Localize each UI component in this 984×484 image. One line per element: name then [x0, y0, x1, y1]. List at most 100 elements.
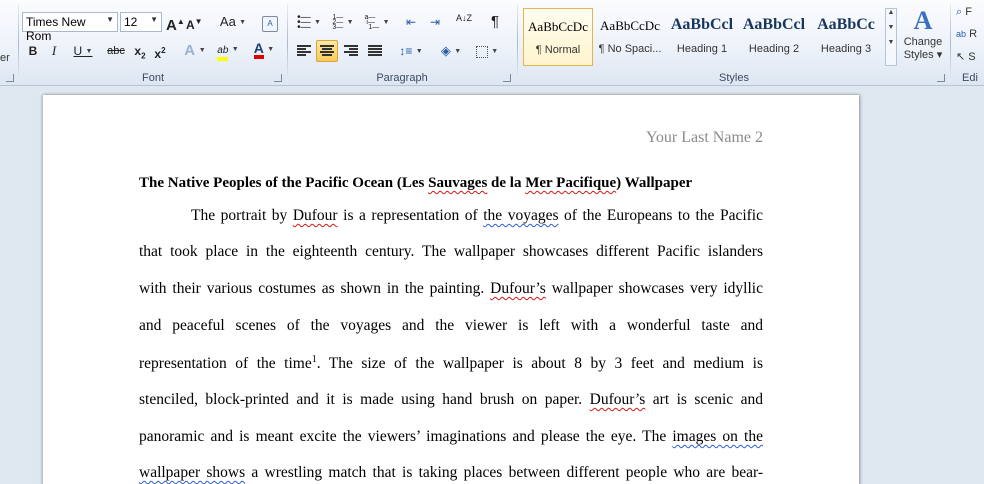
style-name: ¶ No Spaci...	[598, 43, 662, 55]
text-effects-button[interactable]: A ▼	[181, 40, 209, 62]
body-line: stenciled, block-printed and it is made …	[139, 391, 764, 408]
align-left-button[interactable]	[293, 40, 315, 62]
grammar-error[interactable]: the voyages	[483, 207, 558, 224]
separator	[18, 4, 19, 82]
select-button[interactable]: ↖ S	[956, 50, 976, 63]
align-left-icon	[297, 45, 311, 57]
styles-gallery-scroll[interactable]: ▲ ▼ ▼	[885, 8, 897, 66]
editing-group: ⌕ F ab R ↖ S Edi	[952, 0, 984, 86]
decrease-indent-button[interactable]: ⇤	[401, 11, 421, 33]
underline-label: U	[73, 44, 83, 58]
increase-indent-button[interactable]: ⇥	[425, 11, 445, 33]
grammar-error[interactable]: images on the	[672, 428, 763, 445]
highlighter-icon: ab	[217, 45, 229, 61]
font-size-combo[interactable]: 12 ▼	[120, 12, 162, 32]
numbering-button[interactable]: 1— 2— 3— ▼	[327, 11, 359, 33]
body-line: The portrait by Dufour is a representati…	[191, 207, 763, 224]
style-heading-1[interactable]: AaBbCcl Heading 1	[667, 8, 737, 66]
styles-group: AaBbCcDc ¶ Normal AaBbCcDc ¶ No Spaci...…	[519, 0, 949, 86]
paragraph-group-label: Paragraph	[376, 72, 428, 84]
ribbon: er Times New Rom ▼ 12 ▼ A▲ A▼ Aa ▼ A B I…	[0, 0, 984, 86]
replace-button[interactable]: ab R	[956, 28, 977, 40]
style-name: Heading 2	[748, 43, 800, 55]
separator	[287, 4, 288, 82]
title-text-flagged: Mer Pacifique	[525, 175, 617, 191]
document-page[interactable]: Your Last Name 2 The Native Peoples of t…	[43, 95, 859, 484]
grammar-error[interactable]: wallpaper shows	[139, 464, 245, 481]
style-no-spacing[interactable]: AaBbCcDc ¶ No Spaci...	[595, 8, 665, 66]
style-name: Heading 3	[820, 43, 872, 55]
numbering-icon: 1— 2— 3—	[332, 14, 344, 32]
borders-button[interactable]: ▼	[471, 40, 503, 62]
change-styles-label-2: Styles ▾	[903, 49, 943, 61]
spelling-error[interactable]: Dufour	[293, 207, 338, 224]
change-case-button[interactable]: Aa ▼	[218, 11, 248, 33]
paragraph-dialog-launcher[interactable]	[503, 74, 511, 82]
borders-icon	[475, 45, 488, 58]
shading-button[interactable]: ◈ ▼	[435, 40, 467, 62]
chevron-down-icon[interactable]: ▼	[886, 24, 896, 31]
highlight-button[interactable]: ab ▼	[213, 38, 243, 61]
clipboard-group: er	[0, 0, 18, 86]
find-button[interactable]: ⌕ F	[956, 6, 972, 19]
underline-button[interactable]: U ▼	[68, 40, 98, 62]
chevron-up-icon[interactable]: ▲	[886, 9, 896, 16]
running-head: Your Last Name 2	[645, 129, 763, 146]
style-normal[interactable]: AaBbCcDc ¶ Normal	[523, 8, 593, 66]
superscript-button[interactable]: x2	[151, 40, 169, 62]
styles-dialog-launcher[interactable]	[937, 74, 945, 82]
separator	[950, 4, 951, 82]
replace-label: R	[969, 28, 978, 40]
subscript-button[interactable]: x2	[131, 40, 149, 62]
more-styles-icon[interactable]: ▼	[886, 39, 896, 46]
text-effects-icon: A	[184, 42, 195, 59]
strikethrough-button[interactable]: abc	[104, 40, 128, 62]
shrink-font-button[interactable]: A▼	[186, 11, 203, 33]
format-painter-label[interactable]: er	[0, 52, 10, 64]
font-group: Times New Rom ▼ 12 ▼ A▲ A▼ Aa ▼ A B I U …	[20, 0, 286, 86]
font-group-label: Font	[141, 72, 164, 84]
editing-group-label: Edi	[962, 72, 978, 84]
body-line: representation of the time1. The size of…	[139, 354, 763, 373]
line-spacing-button[interactable]: ↕≡ ▼	[395, 40, 427, 62]
justify-button[interactable]	[364, 40, 386, 62]
clipboard-launcher[interactable]	[6, 74, 14, 82]
align-center-icon	[320, 45, 334, 57]
sort-button[interactable]: A↓Z	[453, 11, 475, 33]
binoculars-icon: ⌕	[956, 6, 963, 18]
italic-button[interactable]: I	[46, 40, 62, 62]
find-label: F	[965, 6, 972, 18]
show-formatting-marks-button[interactable]: ¶	[485, 11, 505, 33]
style-sample: AaBbCcl	[742, 16, 806, 33]
separator	[517, 4, 518, 82]
change-styles-label-1: Change	[903, 36, 943, 48]
align-center-button[interactable]	[316, 40, 338, 62]
spelling-error[interactable]: Dufour’s	[590, 391, 646, 408]
shrink-font-icon: A	[186, 18, 195, 32]
font-name-combo[interactable]: Times New Rom ▼	[22, 12, 118, 43]
style-heading-3[interactable]: AaBbCc Heading 3	[811, 8, 881, 66]
body-line: wallpaper shows a wrestling match that i…	[139, 464, 763, 481]
spelling-error[interactable]: Dufour’s	[490, 280, 546, 297]
font-color-button[interactable]: A ▼	[249, 38, 279, 60]
multilevel-list-button[interactable]: a— i— 1— ▼	[361, 11, 393, 33]
align-right-button[interactable]	[340, 40, 362, 62]
justify-icon	[368, 45, 382, 57]
sort-icon: A↓Z	[455, 13, 472, 23]
grow-font-button[interactable]: A▲	[166, 11, 185, 34]
title-text: de la	[487, 175, 526, 191]
grow-font-icon: A	[166, 17, 177, 34]
clear-formatting-button[interactable]: A	[260, 11, 280, 33]
decrease-indent-icon: ⇤	[405, 15, 417, 29]
body-line: with their various costumes as shown in …	[139, 280, 763, 297]
document-title: The Native Peoples of the Pacific Ocean …	[139, 175, 692, 192]
bullets-button[interactable]: •— •— •— ▼	[293, 11, 325, 33]
font-dialog-launcher[interactable]	[274, 74, 282, 82]
change-styles-button[interactable]: A Change Styles ▾	[901, 6, 945, 70]
styles-group-label: Styles	[719, 72, 749, 84]
font-name-value: Times New Rom	[26, 15, 86, 43]
align-right-icon	[344, 45, 358, 57]
style-heading-2[interactable]: AaBbCcl Heading 2	[739, 8, 809, 66]
bold-button[interactable]: B	[24, 40, 42, 62]
change-case-label: Aa	[219, 14, 236, 29]
